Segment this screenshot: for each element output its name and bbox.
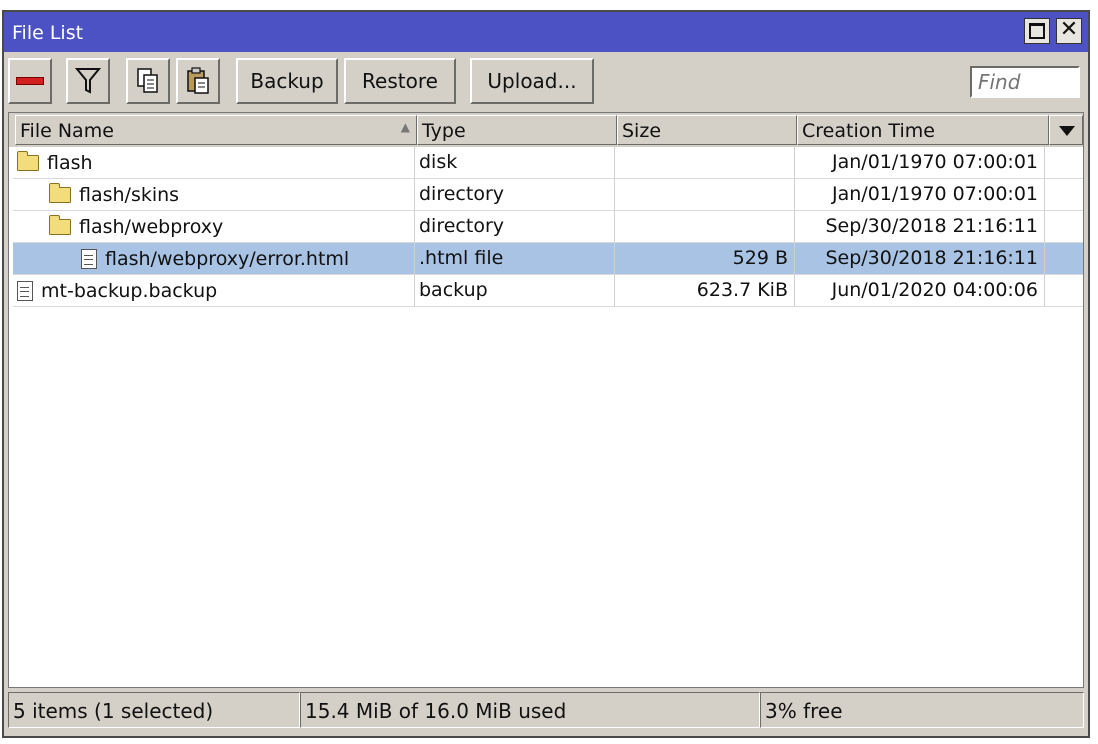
copy-icon [137,68,158,93]
file-name-wrap: flash/webproxy/error.html [17,243,410,274]
folder-icon [49,214,71,235]
cell-size: 623.7 KiB [615,275,795,306]
table-row[interactable]: flash/skins directory Jan/01/1970 07:00:01 [13,179,1083,211]
table-row[interactable]: mt-backup.backup backup 623.7 KiB Jun/01/20… [13,275,1083,307]
cell-creation-time: Sep/30/2018 21:16:11 [795,211,1045,242]
file-name-wrap: flash/skins [17,179,410,210]
cell-type: disk [415,147,615,178]
table-header: File Name ▲ Type Size Creation Time [9,113,1083,147]
column-header-creation-time[interactable]: Creation Time [797,115,1049,145]
cell-creation-time: Jan/01/1970 07:00:01 [795,179,1045,210]
maximize-button[interactable] [1024,18,1050,44]
cell-file-name: flash [13,147,415,178]
close-icon: ✕ [1059,17,1079,42]
column-header-label: File Name [20,120,114,142]
close-button[interactable]: ✕ [1056,17,1082,44]
copy-button[interactable] [126,58,170,104]
cell-type: directory [415,179,615,210]
cell-file-name: flash/skins [13,179,415,210]
upload-button[interactable]: Upload... [470,58,594,104]
file-icon [81,248,97,269]
chevron-down-icon [1059,126,1075,136]
restore-button[interactable]: Restore [344,58,456,104]
column-header-file-name[interactable]: File Name ▲ [15,115,417,145]
folder-icon [49,182,71,203]
cell-creation-time: Jan/01/1970 07:00:01 [795,147,1045,178]
status-items: 5 items (1 selected) [8,692,300,728]
column-header-type[interactable]: Type [417,115,617,145]
file-name-label: mt-backup.backup [41,279,218,302]
sort-ascending-icon: ▲ [400,120,410,134]
column-menu-button[interactable] [1049,115,1083,145]
table-row[interactable]: flash/webproxy/error.html .html file 529 B… [13,243,1083,275]
cell-file-name: flash/webproxy [13,211,415,242]
cell-size: 529 B [615,243,795,274]
paste-icon [187,67,209,94]
status-usage: 15.4 MiB of 16.0 MiB used [300,692,760,728]
cell-file-name: flash/webproxy/error.html [13,243,415,274]
cell-type: .html file [415,243,615,274]
remove-icon [16,77,44,85]
table-row[interactable]: flash disk Jan/01/1970 07:00:01 [13,147,1083,179]
cell-creation-time: Jun/01/2020 04:00:06 [795,275,1045,306]
cell-file-name: mt-backup.backup [13,275,415,306]
status-bar: 5 items (1 selected) 15.4 MiB of 16.0 Mi… [8,690,1084,730]
cell-size [615,211,795,242]
window-title: File List [12,22,84,44]
file-name-label: flash/skins [79,183,180,206]
filter-icon [75,68,101,94]
file-name-wrap: flash [17,147,410,178]
title-bar[interactable]: File List ✕ [4,12,1088,52]
cell-type: directory [415,211,615,242]
file-name-label: flash/webproxy [79,215,224,238]
folder-icon [17,150,39,171]
cell-creation-time: Sep/30/2018 21:16:11 [795,243,1045,274]
file-name-label: flash/webproxy/error.html [105,247,350,270]
file-name-wrap: flash/webproxy [17,211,410,242]
remove-button[interactable] [8,58,52,104]
toolbar: Backup Restore Upload... [4,52,1088,110]
file-list-window: File List ✕ Backup Restore Upload... Fin… [2,10,1090,738]
maximize-icon [1029,23,1045,39]
backup-button[interactable]: Backup [236,58,338,104]
filter-button[interactable] [66,58,110,104]
column-header-size[interactable]: Size [617,115,797,145]
cell-size [615,179,795,210]
file-name-label: flash [47,151,93,174]
find-input[interactable] [970,66,1080,98]
table-row[interactable]: flash/webproxy directory Sep/30/2018 21:16… [13,211,1083,243]
cell-type: backup [415,275,615,306]
file-table: File Name ▲ Type Size Creation Time flas… [8,112,1084,688]
cell-size [615,147,795,178]
paste-button[interactable] [176,58,220,104]
file-icon [17,280,33,301]
file-name-wrap: mt-backup.backup [17,275,410,306]
status-free: 3% free [760,692,1084,728]
